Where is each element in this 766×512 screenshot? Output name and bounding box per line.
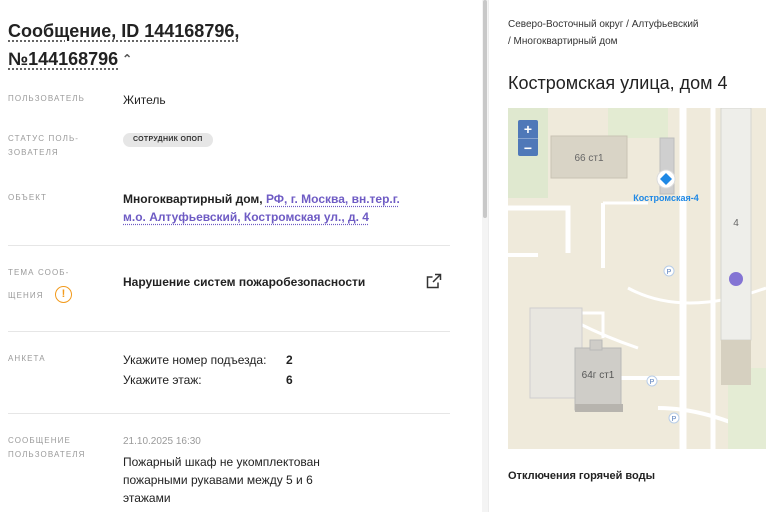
divider xyxy=(8,245,450,246)
survey-answer: 2 xyxy=(286,353,293,367)
message-panel: Сообщение, ID 144168796, №144168796 ⌃ ПОЛ… xyxy=(0,0,482,512)
msg-label-2: ПОЛЬЗОВАТЕЛЯ xyxy=(8,450,86,459)
survey-question: Укажите этаж: xyxy=(123,373,202,387)
chevron-up-icon[interactable]: ⌃ xyxy=(122,52,132,66)
breadcrumb: Северо-Восточный округ / Алтуфьевский / … xyxy=(508,16,758,50)
topic-label-1: ТЕМА СООБ- xyxy=(8,268,70,277)
object-label: ОБЪЕКТ xyxy=(8,193,48,202)
msg-label-1: СООБЩЕНИЕ xyxy=(8,436,71,445)
map-label-4: 4 xyxy=(733,218,739,229)
user-value: Житель xyxy=(123,93,166,107)
status-label-2: ЗОВАТЕЛЯ xyxy=(8,148,59,157)
zoom-control: + − xyxy=(518,120,538,156)
survey-answer: 6 xyxy=(286,373,293,387)
survey-label: АНКЕТА xyxy=(8,354,46,363)
external-link-icon[interactable] xyxy=(426,273,442,289)
object-value: Многоквартирный дом, РФ, г. Москва, вн.т… xyxy=(123,190,423,226)
breadcrumb-line2[interactable]: / Многоквартирный дом xyxy=(508,36,618,47)
message-title-line1: Сообщение, ID 144168796, xyxy=(8,21,240,41)
map-canvas[interactable]: 66 ст1 4 64г ст1 P P P Костромская-4 xyxy=(508,108,766,449)
divider xyxy=(8,413,450,414)
object-type: Многоквартирный дом, xyxy=(123,192,266,206)
message-title[interactable]: Сообщение, ID 144168796, №144168796 ⌃ xyxy=(8,17,328,73)
object-address-title: Костромская улица, дом 4 xyxy=(508,73,728,93)
topic-value: Нарушение систем пожаробезопасности xyxy=(123,275,366,289)
poi-label[interactable]: Костромская-4 xyxy=(633,193,698,203)
panel-divider xyxy=(488,0,489,512)
status-label-1: СТАТУС ПОЛЬ- xyxy=(8,134,80,143)
parking-icon: P xyxy=(667,269,672,276)
message-text: Пожарный шкаф не укомплектован пожарными… xyxy=(123,455,320,505)
map-label-64: 64г ст1 xyxy=(582,370,615,381)
parking-icon: P xyxy=(672,416,677,423)
map-marker-icon[interactable] xyxy=(729,272,743,286)
topic-label-2: ЩЕНИЯ xyxy=(8,291,44,300)
outages-title: Отключения горячей воды xyxy=(508,470,655,482)
zoom-out-button[interactable]: − xyxy=(518,138,538,156)
map[interactable]: 66 ст1 4 64г ст1 P P P Костромская-4 + − xyxy=(508,108,766,449)
divider xyxy=(8,331,450,332)
message-title-line2: №144168796 xyxy=(8,49,119,69)
message-date: 21.10.2025 16:30 xyxy=(123,436,201,447)
warning-icon[interactable]: ! xyxy=(55,286,72,303)
user-label: ПОЛЬЗОВАТЕЛЬ xyxy=(8,94,85,103)
scrollbar-thumb[interactable] xyxy=(483,0,487,218)
map-label-66: 66 ст1 xyxy=(574,153,603,164)
status-badge: СОТРУДНИК ОПОП xyxy=(123,133,213,147)
object-sidebar: Северо-Восточный округ / Алтуфьевский / … xyxy=(490,0,766,512)
parking-icon: P xyxy=(650,379,655,386)
survey-question: Укажите номер подъезда: xyxy=(123,353,267,367)
zoom-in-button[interactable]: + xyxy=(518,120,538,138)
breadcrumb-line1[interactable]: Северо-Восточный округ / Алтуфьевский xyxy=(508,19,699,30)
